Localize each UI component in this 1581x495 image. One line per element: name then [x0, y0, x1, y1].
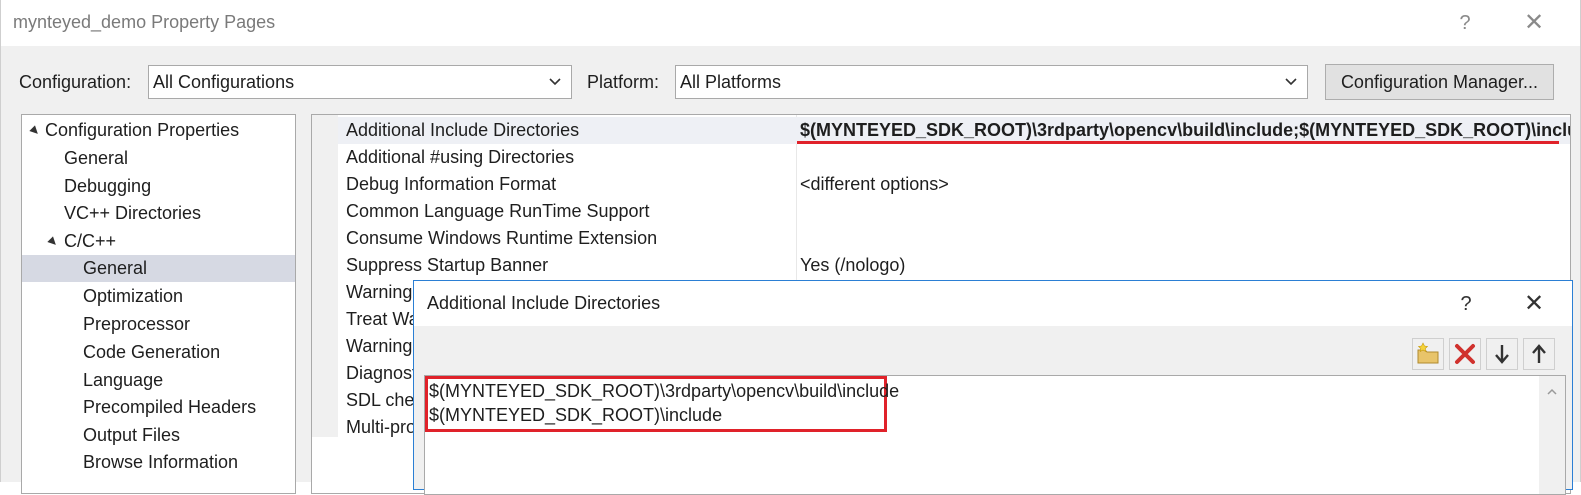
- property-pages-window: mynteyed_demo Property Pages ? ✕ Configu…: [0, 0, 1581, 495]
- tree-item-output-files[interactable]: Output Files: [22, 422, 295, 449]
- property-name: Multi-pro: [346, 417, 417, 437]
- configuration-value: All Configurations: [153, 72, 295, 92]
- configuration-label: Configuration:: [19, 72, 132, 92]
- close-button[interactable]: ✕: [1514, 8, 1554, 38]
- expand-arrow-icon[interactable]: [47, 236, 59, 248]
- tree-item-label: Precompiled Headers: [83, 397, 257, 417]
- move-down-icon: [1495, 345, 1509, 364]
- property-row[interactable]: Suppress Startup Banner Yes (/nologo): [338, 252, 1570, 279]
- property-row[interactable]: Consume Windows Runtime Extension: [338, 225, 1570, 252]
- property-name: Additional #using Directories: [346, 147, 575, 167]
- move-up-icon: [1532, 344, 1546, 363]
- new-line-button[interactable]: [1412, 338, 1444, 370]
- property-name: Treat Wa: [346, 309, 419, 329]
- move-up-button[interactable]: [1523, 338, 1555, 370]
- platform-label: Platform:: [587, 72, 660, 92]
- property-row[interactable]: Additional #using Directories: [338, 144, 1570, 171]
- property-name: Diagnost: [346, 363, 418, 383]
- property-value[interactable]: Yes (/nologo): [800, 255, 905, 276]
- tree-item-label: Optimization: [83, 286, 184, 306]
- property-row[interactable]: Debug Information Format <different opti…: [338, 171, 1570, 198]
- tree-item-debugging[interactable]: Debugging: [22, 173, 295, 200]
- tree-item-label: Configuration Properties: [45, 120, 240, 140]
- grid-margin: [312, 115, 338, 437]
- property-name: Suppress Startup Banner: [346, 255, 549, 275]
- tree-item-precompiled-headers[interactable]: Precompiled Headers: [22, 394, 295, 421]
- dialog-close-button[interactable]: ✕: [1518, 289, 1550, 319]
- platform-select[interactable]: All Platforms: [675, 65, 1308, 99]
- chevron-down-icon: [549, 78, 561, 86]
- dialog-title: Additional Include Directories: [427, 293, 661, 313]
- configuration-select[interactable]: All Configurations: [148, 65, 572, 99]
- property-value[interactable]: $(MYNTEYED_SDK_ROOT)\3rdparty\opencv\bui…: [800, 120, 1570, 141]
- property-row[interactable]: Additional Include Directories $(MYNTEYE…: [338, 117, 1570, 144]
- highlight-underline: [797, 141, 1559, 144]
- scroll-up-icon[interactable]: [1546, 386, 1558, 398]
- tree-item-label: Code Generation: [83, 342, 221, 362]
- window-title: mynteyed_demo Property Pages: [13, 12, 276, 32]
- tree-item-vc-directories[interactable]: VC++ Directories: [22, 200, 295, 227]
- tree-item-label: C/C++: [64, 231, 117, 251]
- tree-item-code-generation[interactable]: Code Generation: [22, 339, 295, 366]
- new-folder-icon: [1417, 342, 1439, 364]
- property-value[interactable]: <different options>: [800, 174, 949, 195]
- directory-line[interactable]: $(MYNTEYED_SDK_ROOT)\include: [429, 405, 722, 426]
- tree-item-browse-information[interactable]: Browse Information: [22, 449, 295, 476]
- directories-list[interactable]: $(MYNTEYED_SDK_ROOT)\3rdparty\opencv\bui…: [424, 375, 1566, 495]
- property-name: Warning: [346, 282, 413, 302]
- chevron-down-icon: [1285, 78, 1297, 86]
- platform-value: All Platforms: [680, 72, 782, 92]
- tree-item-configuration-properties[interactable]: Configuration Properties: [22, 117, 295, 144]
- tree-item-label: General: [83, 258, 148, 278]
- additional-include-directories-dialog: Additional Include Directories ? ✕ $(MYN…: [413, 280, 1573, 495]
- tree-item-cpp-general[interactable]: General: [22, 255, 295, 282]
- tree-item-label: VC++ Directories: [64, 203, 202, 223]
- delete-button[interactable]: [1449, 338, 1481, 370]
- directory-line[interactable]: $(MYNTEYED_SDK_ROOT)\3rdparty\opencv\bui…: [429, 381, 899, 402]
- tree-item-general[interactable]: General: [22, 145, 295, 172]
- configuration-manager-button[interactable]: Configuration Manager...: [1325, 64, 1554, 100]
- property-name: Warning: [346, 336, 413, 356]
- tree-item-c-cpp[interactable]: C/C++: [22, 228, 295, 255]
- help-button[interactable]: ?: [1445, 8, 1485, 38]
- dialog-title-bar: Additional Include Directories ? ✕: [414, 281, 1572, 326]
- tree-item-label: General: [64, 148, 129, 168]
- tree-item-label: Output Files: [83, 425, 181, 445]
- tree-item-preprocessor[interactable]: Preprocessor: [22, 311, 295, 338]
- property-name: Debug Information Format: [346, 174, 557, 194]
- tree-item-optimization[interactable]: Optimization: [22, 283, 295, 310]
- property-row[interactable]: Common Language RunTime Support: [338, 198, 1570, 225]
- property-name: SDL chec: [346, 390, 424, 410]
- expand-arrow-icon[interactable]: [29, 125, 41, 137]
- vertical-scrollbar[interactable]: [1539, 376, 1565, 494]
- property-name: Additional Include Directories: [346, 120, 580, 140]
- title-bar: mynteyed_demo Property Pages ? ✕: [1, 0, 1580, 46]
- tree-item-label: Preprocessor: [83, 314, 191, 334]
- property-name: Consume Windows Runtime Extension: [346, 228, 658, 248]
- dialog-help-button[interactable]: ?: [1450, 289, 1482, 319]
- property-name: Common Language RunTime Support: [346, 201, 650, 221]
- move-down-button[interactable]: [1486, 338, 1518, 370]
- tree-item-language[interactable]: Language: [22, 367, 295, 394]
- tree-item-label: Browse Information: [83, 452, 239, 472]
- delete-icon: [1455, 344, 1475, 364]
- tree-item-label: Debugging: [64, 176, 152, 196]
- tree-item-label: Language: [83, 370, 164, 390]
- category-tree: Configuration Properties General Debuggi…: [21, 114, 296, 494]
